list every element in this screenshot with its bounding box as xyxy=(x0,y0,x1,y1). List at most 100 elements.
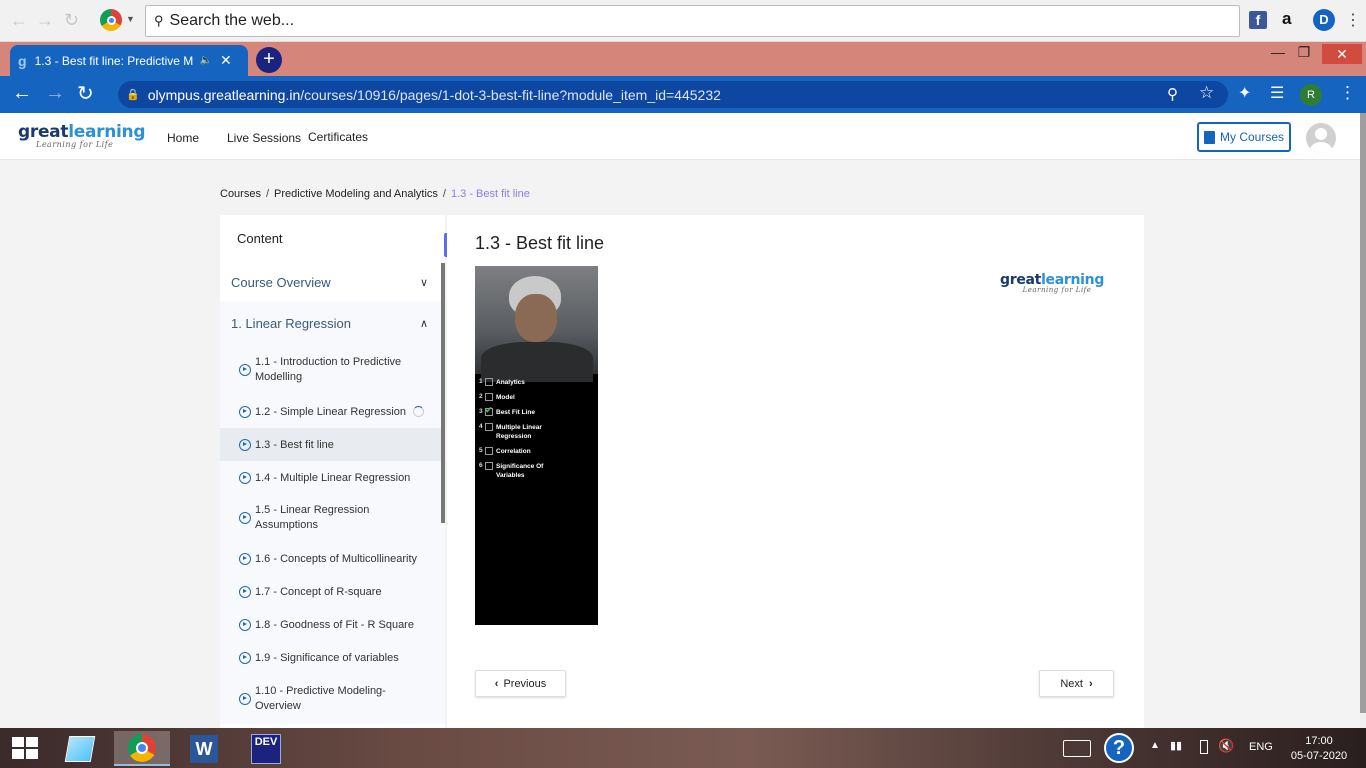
media-control-icon[interactable]: ☰ xyxy=(1270,83,1284,103)
devcpp-app-icon[interactable]: DEV xyxy=(238,731,294,766)
sidebar-scrollbar[interactable] xyxy=(441,263,445,523)
content-sidebar: Content Course Overview ∨ 1. Linear Regr… xyxy=(220,215,445,735)
notepad-app-icon[interactable] xyxy=(52,731,108,766)
profile-avatar[interactable]: R xyxy=(1300,84,1322,106)
menu-dots-icon[interactable]: ⋮ xyxy=(1345,10,1361,30)
tab-best-fit-line[interactable]: g 1.3 - Best fit line: Predictive M 🔈 ✕ xyxy=(10,45,248,76)
greatlearning-logo[interactable]: greatlearning Learning for Life xyxy=(18,122,146,149)
chevron-up-icon: ∧ xyxy=(419,317,428,330)
keyboard-icon[interactable] xyxy=(1063,740,1091,757)
new-tab-button[interactable]: + xyxy=(256,47,282,73)
page-scrollbar[interactable] xyxy=(1360,113,1366,728)
reload-icon[interactable]: ↻ xyxy=(64,10,79,31)
lesson-item[interactable]: 1.9 - Significance of variables xyxy=(220,641,445,674)
language-indicator[interactable]: ENG xyxy=(1249,741,1273,753)
play-circle-icon xyxy=(239,471,251,484)
chrome-logo-icon[interactable] xyxy=(100,9,122,31)
extensions-puzzle-icon[interactable]: ✦ xyxy=(1238,83,1251,103)
windows-taskbar: W DEV ? ▲ ▮▮ 🔇 ENG 17:00 05-07-2020 xyxy=(0,728,1366,768)
search-icon: ⚲ xyxy=(154,13,164,28)
lesson-item[interactable]: 1.6 - Concepts of Multicollinearity xyxy=(220,542,445,575)
lesson-item[interactable]: 1.5 - Linear Regression Assumptions xyxy=(220,494,445,542)
chevron-left-icon: ‹ xyxy=(494,677,499,690)
bookmark-star-icon[interactable]: ☆ xyxy=(1199,83,1214,103)
video-topic-list: 1 Analytics 2 Model 3 ✔ Best Fit Line 4 Multi… xyxy=(479,378,556,486)
battery-icon[interactable] xyxy=(1200,740,1208,754)
lesson-item[interactable]: 1.4 - Multiple Linear Regression xyxy=(220,461,445,494)
next-button[interactable]: Next › xyxy=(1039,670,1114,697)
zoom-icon[interactable]: ⚲ xyxy=(1167,85,1178,103)
close-tab-icon[interactable]: ✕ xyxy=(220,52,232,69)
checkbox-icon xyxy=(485,447,493,455)
dictionary-extension-icon[interactable]: D xyxy=(1313,9,1335,31)
greatlearning-logo: greatlearning Learning for Life xyxy=(1000,272,1105,294)
user-avatar[interactable] xyxy=(1306,123,1336,153)
lesson-list: 1.1 - Introduction to Predictive Modelli… xyxy=(220,345,445,724)
section-linear-regression[interactable]: 1. Linear Regression ∧ xyxy=(220,301,445,345)
chevron-up-icon[interactable]: ▲ xyxy=(1150,740,1160,751)
nav-certificates[interactable]: Certificates xyxy=(308,130,368,144)
page-title: 1.3 - Best fit line xyxy=(475,233,605,253)
topic-item: 4 Multiple Linear Regression xyxy=(479,423,542,440)
web-search-input[interactable]: ⚲ Search the web... xyxy=(145,5,1240,37)
facebook-icon[interactable]: f xyxy=(1249,11,1267,29)
my-courses-button[interactable]: My Courses xyxy=(1197,122,1291,152)
lesson-item[interactable]: 1.8 - Goodness of Fit - R Square xyxy=(220,608,445,641)
loading-spinner-icon xyxy=(413,406,424,417)
chevron-right-icon: › xyxy=(1088,677,1093,690)
back-arrow-icon[interactable]: ← xyxy=(12,82,32,105)
nav-home[interactable]: Home xyxy=(167,131,199,145)
play-circle-icon xyxy=(239,364,251,376)
breadcrumb-course[interactable]: Predictive Modeling and Analytics xyxy=(274,188,438,200)
video-player[interactable]: 1 Analytics 2 Model 3 ✔ Best Fit Line 4 Multi… xyxy=(475,266,598,625)
lesson-item[interactable]: 1.2 - Simple Linear Regression xyxy=(220,395,445,428)
amazon-icon[interactable]: a xyxy=(1282,9,1291,29)
checkbox-icon xyxy=(485,378,493,386)
chevron-down-icon[interactable]: ▼ xyxy=(126,14,135,24)
forward-arrow-icon[interactable]: → xyxy=(36,10,54,31)
network-signal-icon[interactable]: ▮▮ xyxy=(1170,739,1182,752)
play-circle-icon xyxy=(239,405,251,418)
greatlearning-favicon-icon: g xyxy=(18,52,27,69)
lesson-item[interactable]: 1.10 - Predictive Modeling- Overview xyxy=(220,674,445,724)
checkbox-icon xyxy=(485,423,493,431)
close-window-icon[interactable]: ✕ xyxy=(1322,44,1362,64)
topic-item: 6 Significance Of Variables xyxy=(479,462,544,479)
topic-item: 2 Model xyxy=(479,393,515,401)
word-app-icon[interactable]: W xyxy=(176,731,232,766)
main-area: Courses / Predictive Modeling and Analytic… xyxy=(0,160,1360,735)
play-circle-icon xyxy=(239,618,251,631)
tab-strip: g 1.3 - Best fit line: Predictive M 🔈 ✕ … xyxy=(0,42,1366,76)
nav-live-sessions[interactable]: Live Sessions xyxy=(227,131,301,145)
lesson-content: 1.3 - Best fit line greatlearning Learni… xyxy=(447,215,1144,735)
speaker-muted-icon[interactable]: 🔇 xyxy=(1218,738,1234,754)
system-clock[interactable]: 17:00 05-07-2020 xyxy=(1284,734,1354,764)
play-circle-icon xyxy=(239,651,251,664)
url-field[interactable]: 🔒 olympus.greatlearning.in/courses/10916… xyxy=(118,81,1228,108)
play-circle-icon xyxy=(239,438,251,451)
play-circle-icon xyxy=(239,552,251,565)
breadcrumb-courses[interactable]: Courses xyxy=(220,188,261,200)
address-bar: ← → ↻ 🔒 olympus.greatlearning.in/courses… xyxy=(0,76,1366,113)
checkbox-icon xyxy=(485,393,493,401)
help-icon[interactable]: ? xyxy=(1104,733,1134,763)
sidebar-title: Content xyxy=(237,231,283,246)
menu-dots-icon[interactable]: ⋮ xyxy=(1339,83,1356,103)
reload-icon[interactable]: ↻ xyxy=(77,81,94,106)
book-icon xyxy=(1203,130,1215,144)
previous-button[interactable]: ‹ Previous xyxy=(475,670,566,697)
checkmark-icon: ✔ xyxy=(485,405,493,416)
lesson-item[interactable]: 1.1 - Introduction to Predictive Modelli… xyxy=(220,345,445,395)
lesson-item-active[interactable]: 1.3 - Best fit line xyxy=(220,428,445,461)
chrome-app-icon[interactable] xyxy=(114,731,170,766)
speaker-icon: 🔈 xyxy=(199,55,213,66)
site-header: greatlearning Learning for Life Home Liv… xyxy=(0,113,1360,160)
forward-arrow-icon[interactable]: → xyxy=(45,82,65,105)
windows-start-icon[interactable] xyxy=(12,737,38,759)
back-arrow-icon[interactable]: ← xyxy=(10,10,28,31)
section-course-overview[interactable]: Course Overview ∨ xyxy=(220,263,445,301)
restore-icon[interactable]: ❐ xyxy=(1289,44,1319,64)
lesson-item[interactable]: 1.7 - Concept of R-square xyxy=(220,575,445,608)
chevron-down-icon: ∨ xyxy=(419,276,428,289)
breadcrumb-current: 1.3 - Best fit line xyxy=(450,188,530,200)
